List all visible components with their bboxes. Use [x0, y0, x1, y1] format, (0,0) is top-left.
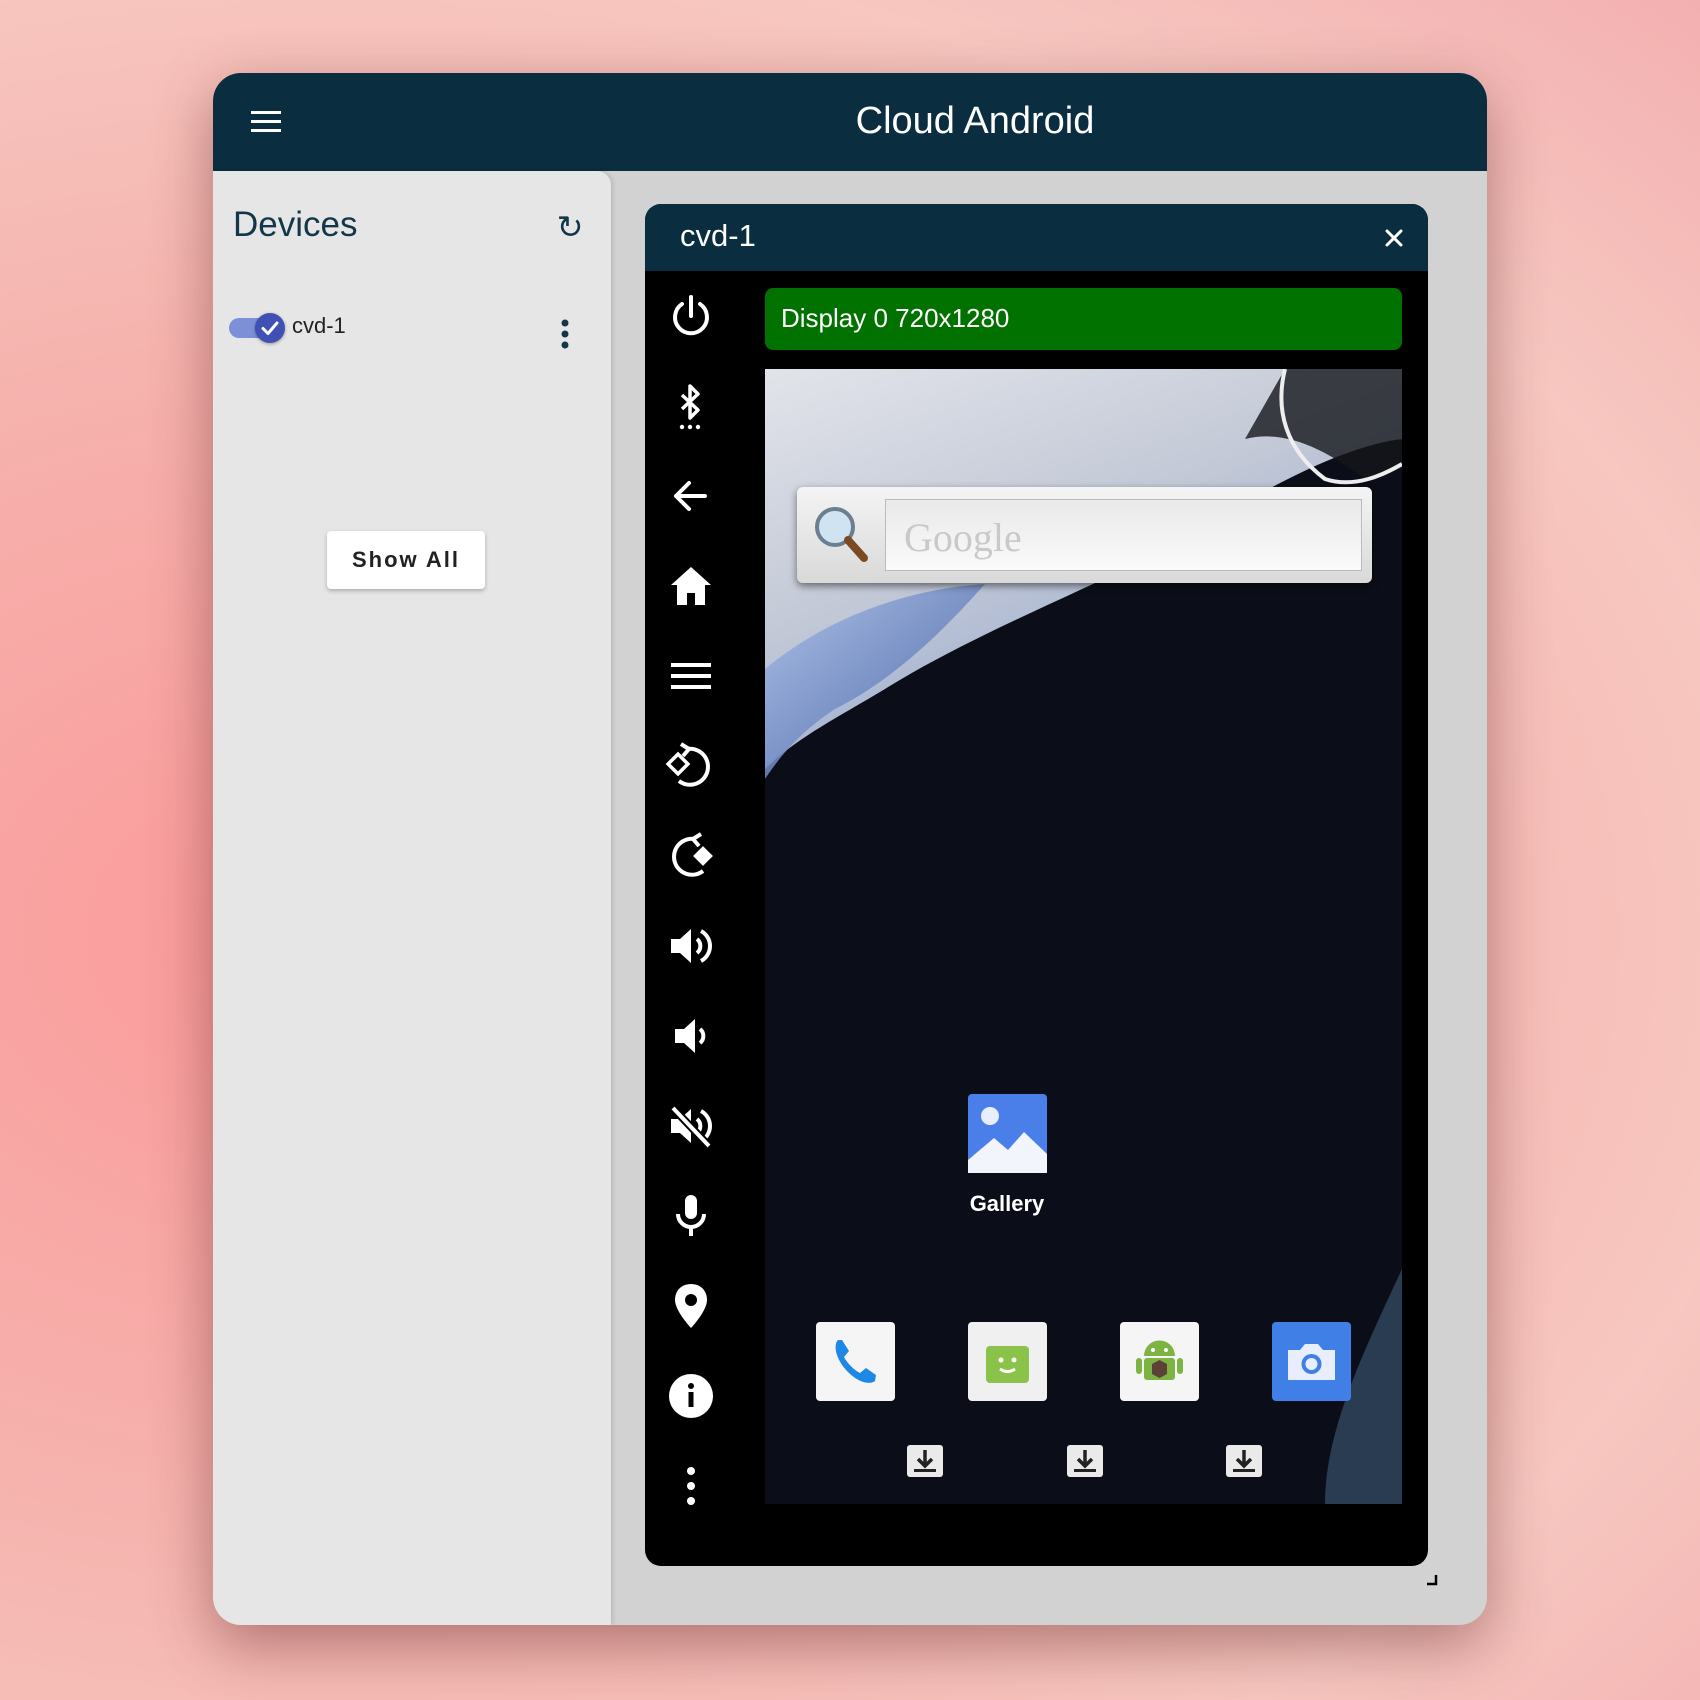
power-icon[interactable] [665, 290, 717, 342]
device-screen[interactable]: Google Gallery [765, 369, 1402, 1504]
back-icon[interactable] [665, 470, 717, 522]
phone-app-icon[interactable] [816, 1322, 895, 1401]
display-label: Display 0 720x1280 [781, 303, 1010, 333]
search-input[interactable]: Google [885, 499, 1362, 571]
device-more-icon[interactable] [553, 316, 577, 352]
resize-handle-icon[interactable] [1425, 1573, 1439, 1587]
gallery-app-icon[interactable] [968, 1094, 1047, 1173]
rotate-right-icon[interactable] [665, 830, 717, 882]
volume-down-icon[interactable] [665, 1010, 717, 1062]
android-app-icon[interactable] [1120, 1322, 1199, 1401]
app-title: Cloud Android [855, 100, 1095, 142]
device-toggle[interactable] [225, 311, 287, 345]
rotate-left-icon[interactable] [665, 740, 717, 792]
device-panel-header: cvd-1 [645, 204, 1428, 271]
device-panel: cvd-1 Display 0 720x1280 Google Gallery [645, 204, 1428, 1566]
toggle-knob [255, 313, 285, 343]
magnifier-icon [815, 507, 868, 562]
app-window: Cloud Android Devices ↻ cvd-1 Show All c… [213, 73, 1487, 1625]
search-placeholder: Google [904, 515, 1022, 560]
show-all-button[interactable]: Show All [327, 531, 485, 589]
device-name-label: cvd-1 [292, 313, 346, 338]
volume-up-icon[interactable] [665, 920, 717, 972]
devices-sidebar: Devices ↻ cvd-1 Show All [213, 171, 611, 1625]
refresh-icon[interactable]: ↻ [552, 209, 588, 245]
download-app-icon[interactable] [906, 1444, 944, 1478]
info-icon[interactable] [665, 1370, 717, 1422]
display-info-bar: Display 0 720x1280 [765, 288, 1402, 350]
menu-icon[interactable] [665, 650, 717, 702]
device-controls [645, 271, 739, 1566]
download-app-icon[interactable] [1225, 1444, 1263, 1478]
close-icon[interactable] [1379, 223, 1409, 253]
more-options-icon[interactable] [665, 1460, 717, 1512]
google-search-widget[interactable]: Google [797, 487, 1372, 583]
sidebar-title: Devices [233, 205, 358, 244]
home-icon[interactable] [665, 560, 717, 612]
download-app-icon[interactable] [1066, 1444, 1104, 1478]
messaging-app-icon[interactable] [968, 1322, 1047, 1401]
check-icon [261, 321, 279, 335]
location-icon[interactable] [665, 1280, 717, 1332]
device-panel-title: cvd-1 [680, 218, 756, 253]
top-app-bar: Cloud Android [213, 73, 1487, 171]
gallery-label: Gallery [969, 1191, 1045, 1216]
microphone-icon[interactable] [665, 1190, 717, 1242]
volume-mute-icon[interactable] [665, 1100, 717, 1152]
camera-app-icon[interactable] [1272, 1322, 1351, 1401]
bluetooth-icon[interactable] [665, 380, 717, 432]
